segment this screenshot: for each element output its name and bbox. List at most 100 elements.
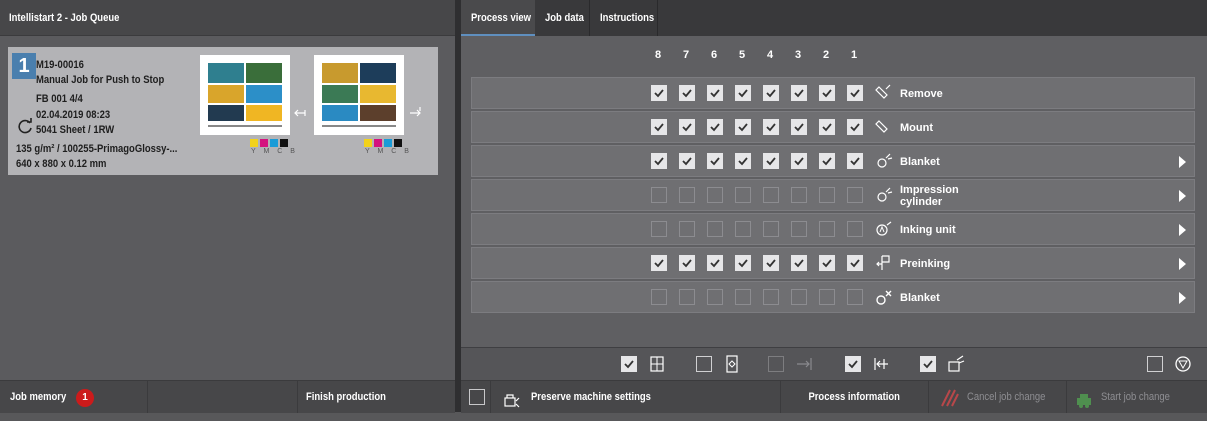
unit-checkbox-6[interactable] [707, 85, 723, 101]
unit-checkbox-7[interactable] [679, 221, 695, 237]
unit-checkbox-1[interactable] [847, 255, 863, 271]
unit-checkbox-1[interactable] [847, 119, 863, 135]
unit-checkbox-5[interactable] [735, 187, 751, 203]
unit-checkbox-2[interactable] [819, 255, 835, 271]
unit-checkbox-2[interactable] [819, 187, 835, 203]
job-memory-button[interactable]: Job memory 1 [0, 381, 148, 413]
unit-checkbox-8[interactable] [651, 85, 667, 101]
unit-checkbox-6[interactable] [707, 187, 723, 203]
unit-checkbox-5[interactable] [735, 289, 751, 305]
register-checkbox[interactable] [621, 356, 637, 372]
ink-preset-checkbox[interactable] [920, 356, 936, 372]
process-information-button[interactable]: Process information [781, 381, 929, 413]
ink-swatch-m [374, 139, 382, 147]
start-job-change-button[interactable]: Start job change [1067, 381, 1207, 413]
expand-arrow-icon[interactable] [1179, 258, 1186, 270]
expand-arrow-icon[interactable] [1179, 292, 1186, 304]
unit-checkbox-7[interactable] [679, 255, 695, 271]
unit-checkbox-6[interactable] [707, 119, 723, 135]
unit-checkbox-7[interactable] [679, 153, 695, 169]
unit-checkbox-3[interactable] [791, 119, 807, 135]
job-paper: 135 g/m² / 100255-PrimagoGlossy-... [16, 143, 178, 155]
unit-checkbox-3[interactable] [791, 153, 807, 169]
plate-remove-icon [874, 84, 894, 104]
process-row[interactable]: Mount [471, 111, 1195, 143]
right-bottom-bar: Preserve machine settings Process inform… [461, 380, 1207, 413]
unit-checkbox-2[interactable] [819, 289, 835, 305]
preserve-settings-button[interactable]: Preserve machine settings [491, 381, 781, 413]
stop-icon [1173, 354, 1193, 374]
process-row[interactable]: Impression cylinder [471, 179, 1195, 211]
unit-checkbox-4[interactable] [763, 221, 779, 237]
process-row-label: Inking unit [900, 224, 956, 236]
preinking-icon [874, 254, 894, 274]
finish-production-button[interactable]: Finish production [298, 381, 455, 413]
job-card[interactable]: 1 M19-00016 Manual Job for Push to Stop … [8, 47, 438, 175]
expand-arrow-icon[interactable] [1179, 156, 1186, 168]
tab-instructions[interactable]: Instructions [590, 0, 658, 36]
process-row[interactable]: Blanket [471, 145, 1195, 177]
unit-checkbox-6[interactable] [707, 289, 723, 305]
cancel-job-change-button[interactable]: Cancel job change [929, 381, 1067, 413]
unit-checkbox-1[interactable] [847, 153, 863, 169]
process-row-label: Preinking [900, 258, 951, 270]
unit-checkbox-5[interactable] [735, 153, 751, 169]
unit-checkbox-8[interactable] [651, 187, 667, 203]
unit-checkbox-4[interactable] [763, 119, 779, 135]
job-queue-title: Intellistart 2 - Job Queue [0, 0, 455, 36]
unit-checkbox-7[interactable] [679, 119, 695, 135]
process-row[interactable]: Preinking [471, 247, 1195, 279]
unit-checkbox-3[interactable] [791, 221, 807, 237]
stop-checkbox[interactable] [1147, 356, 1163, 372]
unit-checkbox-4[interactable] [763, 255, 779, 271]
unit-checkbox-1[interactable] [847, 85, 863, 101]
unit-checkbox-4[interactable] [763, 289, 779, 305]
unit-checkbox-3[interactable] [791, 187, 807, 203]
tab-job-data[interactable]: Job data [535, 0, 590, 36]
unit-checkbox-2[interactable] [819, 119, 835, 135]
unit-checkbox-3[interactable] [791, 255, 807, 271]
preserve-checkbox[interactable] [469, 389, 485, 405]
unit-checkbox-2[interactable] [819, 85, 835, 101]
unit-checkbox-8[interactable] [651, 289, 667, 305]
format-checkbox[interactable] [696, 356, 712, 372]
unit-checkbox-1[interactable] [847, 187, 863, 203]
ink-swatch-b [280, 139, 288, 147]
unit-checkbox-8[interactable] [651, 221, 667, 237]
unit-checkbox-3[interactable] [791, 85, 807, 101]
unit-checkbox-4[interactable] [763, 153, 779, 169]
unit-checkbox-5[interactable] [735, 255, 751, 271]
unit-checkbox-4[interactable] [763, 85, 779, 101]
unit-checkbox-6[interactable] [707, 221, 723, 237]
unit-checkbox-2[interactable] [819, 153, 835, 169]
unit-checkbox-6[interactable] [707, 153, 723, 169]
unit-checkbox-7[interactable] [679, 289, 695, 305]
expand-arrow-icon[interactable] [1179, 190, 1186, 202]
unit-checkbox-8[interactable] [651, 119, 667, 135]
expand-arrow-icon[interactable] [1179, 224, 1186, 236]
unit-checkbox-1[interactable] [847, 289, 863, 305]
unit-checkbox-5[interactable] [735, 119, 751, 135]
process-row[interactable]: Blanket [471, 281, 1195, 313]
job-queue-title-text: Intellistart 2 - Job Queue [9, 12, 120, 24]
unit-checkbox-7[interactable] [679, 187, 695, 203]
unit-checkbox-3[interactable] [791, 289, 807, 305]
unit-checkbox-5[interactable] [735, 85, 751, 101]
unit-checkbox-8[interactable] [651, 255, 667, 271]
unit-checkbox-6[interactable] [707, 255, 723, 271]
unit-checkbox-4[interactable] [763, 187, 779, 203]
tab-bar: Process view Job data Instructions [461, 0, 1207, 36]
process-row[interactable]: Remove [471, 77, 1195, 109]
ink-swatch-c [384, 139, 392, 147]
unit-checkbox-7[interactable] [679, 85, 695, 101]
blanket-change-icon [874, 288, 894, 308]
unit-checkbox-5[interactable] [735, 221, 751, 237]
delivery-checkbox[interactable] [845, 356, 861, 372]
unit-checkbox-2[interactable] [819, 221, 835, 237]
feeder-checkbox[interactable] [768, 356, 784, 372]
unit-checkbox-8[interactable] [651, 153, 667, 169]
delivery-icon [871, 354, 891, 374]
tab-process-view[interactable]: Process view [461, 0, 535, 36]
process-row[interactable]: Inking unit [471, 213, 1195, 245]
unit-checkbox-1[interactable] [847, 221, 863, 237]
